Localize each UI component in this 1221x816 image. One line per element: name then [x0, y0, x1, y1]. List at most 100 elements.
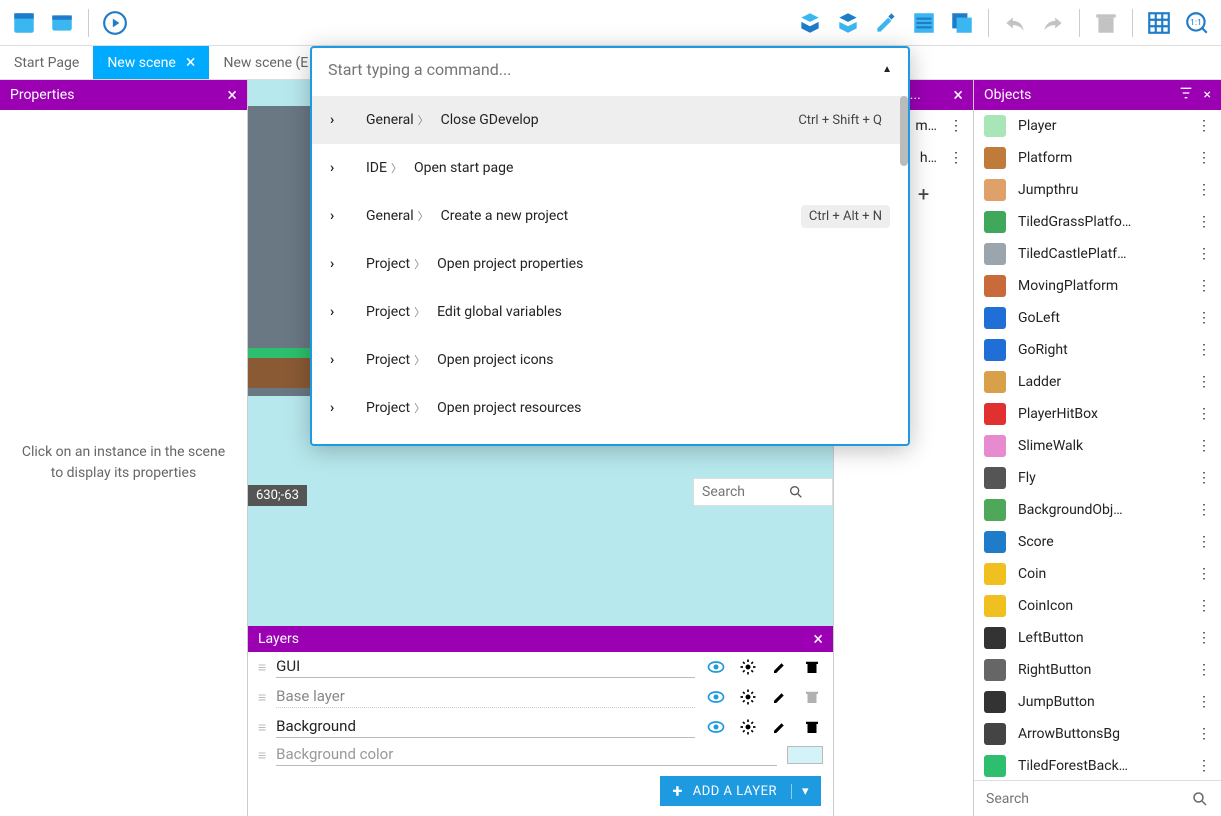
background-color-swatch[interactable] — [787, 746, 823, 764]
command-item[interactable]: › General 〉 Create a new project Ctrl + … — [312, 192, 908, 240]
objects-search-input[interactable] — [986, 791, 1183, 807]
add-layer-button[interactable]: + ADD A LAYER ▾ — [660, 776, 821, 806]
tab-new-scene[interactable]: New scene× — [93, 46, 209, 79]
more-icon[interactable]: ⋮ — [1197, 726, 1211, 742]
scrollbar[interactable] — [900, 96, 908, 166]
more-icon[interactable]: ⋮ — [1197, 470, 1211, 486]
tab-start-page[interactable]: Start Page — [0, 46, 93, 79]
layers-panel-button[interactable] — [946, 7, 978, 39]
visibility-icon[interactable] — [705, 686, 727, 708]
zoom-button[interactable]: 1:1 — [1181, 7, 1213, 39]
layer-row[interactable]: ≡ Background — [248, 712, 833, 742]
more-icon[interactable]: ⋮ — [1197, 438, 1211, 454]
instances-search[interactable] — [693, 478, 833, 506]
more-icon[interactable]: ⋮ — [1197, 342, 1211, 358]
edit-layer-icon[interactable] — [769, 686, 791, 708]
more-icon[interactable]: ⋮ — [1197, 502, 1211, 518]
more-icon[interactable]: ⋮ — [1197, 214, 1211, 230]
object-item[interactable]: Jumpthru ⋮ — [974, 174, 1221, 206]
more-icon[interactable]: ⋮ — [1197, 694, 1211, 710]
effects-icon[interactable] — [737, 716, 759, 738]
object-item[interactable]: ArrowButtonsBg ⋮ — [974, 718, 1221, 750]
chevron-down-icon[interactable]: ▾ — [791, 784, 809, 799]
delete-layer-icon[interactable] — [801, 656, 823, 678]
groups-panel-button[interactable] — [832, 7, 864, 39]
command-item[interactable]: › General 〉 Close GDevelop Ctrl + Shift … — [312, 96, 908, 144]
more-icon[interactable]: ⋮ — [1197, 246, 1211, 262]
objects-search[interactable] — [974, 780, 1221, 816]
close-properties-icon[interactable]: × — [227, 85, 237, 106]
close-groups-icon[interactable]: × — [953, 85, 963, 106]
object-item[interactable]: Player ⋮ — [974, 110, 1221, 142]
object-item[interactable]: Score ⋮ — [974, 526, 1221, 558]
layer-row[interactable]: ≡ Base layer — [248, 682, 833, 712]
object-item[interactable]: PlayerHitBox ⋮ — [974, 398, 1221, 430]
edit-layer-icon[interactable] — [769, 716, 791, 738]
object-item[interactable]: GoLeft ⋮ — [974, 302, 1221, 334]
object-item[interactable]: BackgroundObj… ⋮ — [974, 494, 1221, 526]
object-item[interactable]: RightButton ⋮ — [974, 654, 1221, 686]
objects-panel-button[interactable] — [794, 7, 826, 39]
object-item[interactable]: GoRight ⋮ — [974, 334, 1221, 366]
tab-new-scene-events[interactable]: New scene (E — [209, 46, 322, 79]
more-icon[interactable]: ⋮ — [1197, 662, 1211, 678]
drag-handle-icon[interactable]: ≡ — [258, 719, 266, 736]
object-item[interactable]: TiledForestBack… ⋮ — [974, 750, 1221, 780]
object-item[interactable]: MovingPlatform ⋮ — [974, 270, 1221, 302]
more-icon[interactable]: ⋮ — [1197, 310, 1211, 326]
undo-button[interactable] — [999, 7, 1031, 39]
more-icon[interactable]: ⋮ — [1197, 374, 1211, 390]
project-manager-button[interactable] — [8, 7, 40, 39]
object-item[interactable]: TiledCastlePlatf… ⋮ — [974, 238, 1221, 270]
drag-handle-icon[interactable]: ≡ — [258, 689, 266, 706]
delete-layer-icon[interactable] — [801, 716, 823, 738]
edit-layer-icon[interactable] — [769, 656, 791, 678]
layer-name[interactable]: Base layer — [276, 687, 695, 708]
more-icon[interactable]: ⋮ — [1197, 182, 1211, 198]
object-item[interactable]: Ladder ⋮ — [974, 366, 1221, 398]
more-icon[interactable]: ⋮ — [1197, 630, 1211, 646]
object-item[interactable]: JumpButton ⋮ — [974, 686, 1221, 718]
more-icon[interactable]: ⋮ — [1197, 406, 1211, 422]
object-item[interactable]: CoinIcon ⋮ — [974, 590, 1221, 622]
trash-button[interactable] — [1090, 7, 1122, 39]
visibility-icon[interactable] — [705, 716, 727, 738]
object-item[interactable]: LeftButton ⋮ — [974, 622, 1221, 654]
effects-icon[interactable] — [737, 656, 759, 678]
object-item[interactable]: TiledGrassPlatfo… ⋮ — [974, 206, 1221, 238]
object-item[interactable]: Coin ⋮ — [974, 558, 1221, 590]
filter-icon[interactable] — [1178, 85, 1194, 105]
instances-panel-button[interactable] — [908, 7, 940, 39]
more-icon[interactable]: ⋮ — [1197, 534, 1211, 550]
edit-button[interactable] — [870, 7, 902, 39]
layer-row[interactable]: ≡ GUI — [248, 652, 833, 682]
more-icon[interactable]: ⋮ — [949, 150, 963, 166]
export-button[interactable] — [46, 7, 78, 39]
object-item[interactable]: Fly ⋮ — [974, 462, 1221, 494]
more-icon[interactable]: ⋮ — [1197, 150, 1211, 166]
drag-handle-icon[interactable]: ≡ — [258, 659, 266, 676]
grid-button[interactable] — [1143, 7, 1175, 39]
play-button[interactable] — [99, 7, 131, 39]
command-item[interactable]: › Project 〉 Open project icons — [312, 336, 908, 384]
more-icon[interactable]: ⋮ — [1197, 758, 1211, 774]
dropdown-icon[interactable]: ▲ — [882, 64, 892, 75]
object-item[interactable]: SlimeWalk ⋮ — [974, 430, 1221, 462]
redo-button[interactable] — [1037, 7, 1069, 39]
effects-icon[interactable] — [737, 686, 759, 708]
close-objects-icon[interactable]: × — [1204, 87, 1211, 103]
command-item[interactable]: › IDE 〉 Open start page — [312, 144, 908, 192]
more-icon[interactable]: ⋮ — [1197, 118, 1211, 134]
command-item[interactable]: › Project 〉 Open project resources — [312, 384, 908, 432]
more-icon[interactable]: ⋮ — [1197, 598, 1211, 614]
layer-name[interactable]: GUI — [276, 657, 695, 678]
command-item[interactable]: › Project 〉 Edit global variables — [312, 288, 908, 336]
more-icon[interactable]: ⋮ — [1197, 566, 1211, 582]
command-search-input[interactable] — [328, 60, 882, 79]
command-search[interactable]: ▲ — [312, 48, 908, 90]
close-tab-icon[interactable]: × — [186, 54, 196, 72]
close-layers-icon[interactable]: × — [813, 629, 823, 650]
object-item[interactable]: Platform ⋮ — [974, 142, 1221, 174]
more-icon[interactable]: ⋮ — [1197, 278, 1211, 294]
layer-name[interactable]: Background — [276, 717, 695, 738]
